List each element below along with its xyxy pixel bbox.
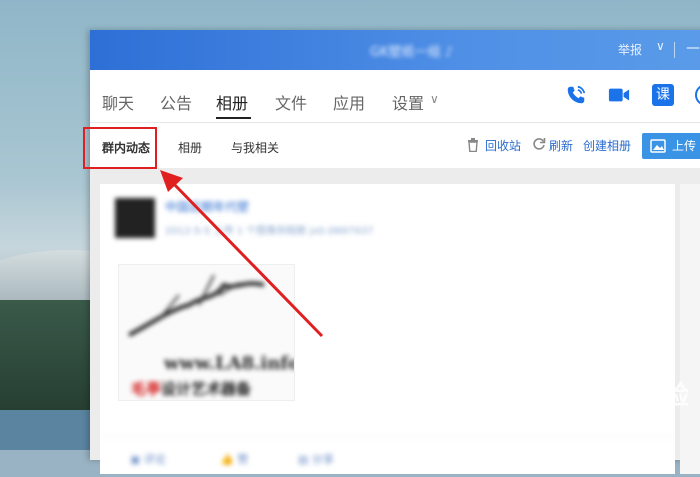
baidu-watermark: Baidu 经验 jingyan.baidu.com [535, 375, 690, 423]
annotation-highlight-box [83, 127, 157, 169]
tab-apps[interactable]: 应用 [333, 90, 365, 114]
divider [674, 42, 675, 58]
tab-files[interactable]: 文件 [275, 90, 307, 114]
minimize-icon[interactable]: — [686, 40, 700, 56]
image-upload-icon [650, 139, 666, 153]
upload-label: 上传 [672, 139, 697, 153]
album-sub-toolbar: 群内动态 相册 与我相关 回收站 刷新 创建相册 上传 [90, 123, 700, 170]
more-icon[interactable] [695, 84, 700, 106]
watermark-sub: jingyan.baidu.com [541, 412, 651, 423]
video-icon[interactable] [608, 84, 630, 106]
tab-chat[interactable]: 聊天 [102, 90, 134, 114]
post-actions: ▣ 评论 👍 赞 ▤ 分享 [100, 436, 675, 477]
avatar[interactable] [115, 198, 155, 238]
photo-brand-text: 毛亭设计艺术器备 [131, 380, 252, 398]
refresh-icon[interactable] [532, 137, 546, 151]
window-title: GK壁纸一组 ♪ [370, 45, 454, 60]
comment-button[interactable]: ▣ 评论 [130, 451, 166, 467]
title-bar[interactable]: GK壁纸一组 ♪ 举报 ∨ — [90, 30, 700, 70]
subtab-albums[interactable]: 相册 [178, 139, 202, 156]
share-button[interactable]: ▤ 分享 [298, 451, 334, 467]
poster-name[interactable]: 中国近期年代壁 [165, 198, 249, 215]
photo-url-text: www.LA8.info [164, 353, 295, 374]
upload-button[interactable]: 上传 [642, 133, 700, 159]
main-tab-bar: 聊天 公告 相册 文件 应用 设置 ∨ 课 [90, 70, 700, 123]
phone-icon[interactable] [565, 84, 587, 106]
feed-post-card: 中国近期年代壁 2012-5-5 上传 1 个图像到相册 jx0.0N97937… [100, 184, 675, 474]
create-album-link[interactable]: 创建相册 [583, 137, 631, 154]
course-icon[interactable]: 课 [652, 84, 674, 106]
active-tab-indicator [216, 117, 251, 119]
like-button[interactable]: 👍 赞 [220, 451, 248, 467]
feed-side-panel [680, 184, 700, 474]
tab-announcement[interactable]: 公告 [160, 90, 192, 114]
refresh-link[interactable]: 刷新 [549, 137, 573, 154]
recycle-bin-link[interactable]: 回收站 [485, 137, 521, 154]
post-photo[interactable]: www.LA8.info 毛亭设计艺术器备 [118, 264, 295, 401]
chevron-down-icon[interactable]: ∨ [656, 39, 665, 53]
report-link[interactable]: 举报 [618, 41, 642, 58]
subtab-related-to-me[interactable]: 与我相关 [231, 139, 279, 156]
post-meta: 2012-5-5 上传 1 个图像到相册 jx0.0N97937 [165, 226, 374, 237]
tab-album[interactable]: 相册 [216, 90, 248, 114]
trash-icon[interactable] [467, 138, 479, 152]
chevron-down-icon[interactable]: ∨ [430, 92, 439, 106]
watermark-main: Baidu 经验 [535, 381, 690, 411]
tab-settings[interactable]: 设置 [392, 90, 424, 114]
